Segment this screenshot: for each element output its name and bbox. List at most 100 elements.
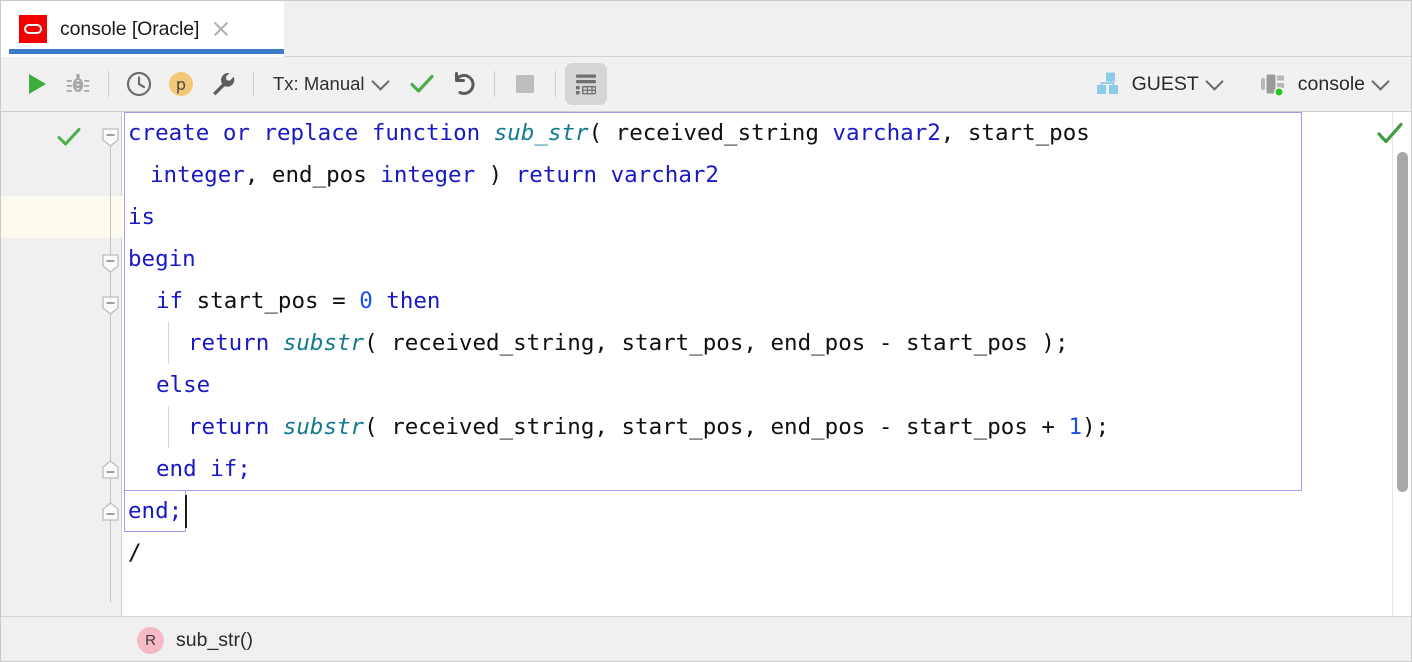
play-triangle-icon — [23, 71, 49, 97]
schema-nodes-icon — [1095, 71, 1121, 97]
history-button[interactable] — [118, 63, 160, 105]
toolbar-right-group: GUEST console — [1089, 70, 1412, 98]
code-token-keyword: if — [156, 288, 197, 314]
code-token-type: integer — [150, 162, 245, 188]
connection-icon — [1259, 70, 1287, 98]
code-token-plain: , end_pos — [245, 162, 380, 188]
stop-button[interactable] — [504, 63, 546, 105]
execute-button[interactable] — [15, 63, 57, 105]
current-line-highlight-gutter — [1, 196, 122, 238]
code-token-function: substr — [283, 330, 364, 356]
code-token-function: substr — [283, 414, 364, 440]
code-line-7: return substr( received_string, start_po… — [122, 406, 1109, 448]
code-token-keyword: end if; — [156, 456, 251, 482]
table-grid-icon — [571, 69, 601, 99]
schema-selector[interactable]: GUEST — [1089, 71, 1227, 97]
code-text-area[interactable]: create or replace function sub_str( rece… — [122, 112, 1412, 616]
collapse-minus-icon — [102, 254, 119, 273]
code-line-9: end; — [122, 490, 182, 532]
undo-arrow-icon — [450, 70, 478, 98]
inspection-status-icon[interactable] — [1377, 122, 1403, 151]
code-token-function: sub_str — [494, 120, 589, 146]
code-token-plain: / — [128, 540, 142, 566]
rollback-button[interactable] — [443, 63, 485, 105]
code-token-plain: ) — [475, 162, 516, 188]
code-line-1a: create or replace function sub_str( rece… — [122, 112, 1090, 154]
fold-marker-line-8[interactable] — [102, 460, 119, 477]
schema-label: GUEST — [1132, 73, 1199, 96]
wrench-icon — [210, 71, 237, 98]
tab-bar: console [Oracle] — [1, 1, 1412, 57]
code-token-keyword: create or replace function — [128, 120, 494, 146]
results-view-button[interactable] — [565, 63, 607, 105]
collapse-minus-icon — [102, 296, 119, 315]
green-checkmark-icon — [1377, 122, 1403, 146]
collapse-end-icon — [102, 460, 119, 479]
close-icon[interactable] — [211, 19, 231, 39]
tx-mode-label: Tx: Manual — [273, 73, 365, 95]
toolbar-separator — [494, 71, 495, 97]
fold-marker-line-9[interactable] — [102, 502, 119, 519]
code-token-keyword: end; — [128, 498, 182, 524]
code-token-keyword: then — [373, 288, 441, 314]
checkmark-icon — [408, 70, 436, 98]
chevron-down-icon — [1205, 72, 1223, 90]
code-token-plain: , start_pos — [941, 120, 1090, 146]
code-token-keyword: is — [128, 204, 155, 230]
chevron-down-icon — [371, 72, 389, 90]
code-line-10: / — [122, 532, 142, 574]
debug-button[interactable] — [57, 63, 99, 105]
code-token-plain: start_pos = — [197, 288, 360, 314]
code-editor[interactable]: 1 2 3 4 5 6 7 8 9 10 — [1, 112, 1412, 616]
code-token-keyword: begin — [128, 246, 196, 272]
code-token-plain: ( received_string, start_pos, end_pos - … — [364, 414, 1068, 440]
code-token-number: 0 — [359, 288, 373, 314]
collapse-minus-icon — [102, 128, 119, 147]
svg-text:p: p — [176, 75, 186, 94]
status-bar: R sub_str() — [1, 616, 1412, 662]
settings-button[interactable] — [202, 63, 244, 105]
code-token-number: 1 — [1069, 414, 1083, 440]
parameters-button[interactable]: p — [160, 63, 202, 105]
toolbar-separator — [108, 71, 109, 97]
code-line-1b: integer, end_pos integer ) return varcha… — [122, 154, 719, 196]
code-token-plain: ); — [1082, 414, 1109, 440]
code-token-plain: ( received_string — [589, 120, 833, 146]
fold-region-line — [110, 134, 111, 602]
toolbar-separator — [555, 71, 556, 97]
fold-marker-line-1[interactable] — [102, 128, 119, 145]
oracle-logo-icon — [19, 15, 47, 43]
code-token-keyword: return — [188, 330, 283, 356]
chevron-down-icon — [1371, 72, 1389, 90]
collapse-end-icon — [102, 502, 119, 521]
tx-mode-selector[interactable]: Tx: Manual — [267, 73, 393, 95]
code-line-3: begin — [122, 238, 196, 280]
session-selector[interactable]: console — [1253, 70, 1393, 98]
code-line-6: else — [122, 364, 210, 406]
code-token-keyword: return varchar2 — [516, 162, 719, 188]
scrollbar-thumb[interactable] — [1397, 152, 1408, 492]
clock-icon — [125, 70, 153, 98]
console-toolbar: p Tx: Manual — [1, 57, 1412, 112]
green-checkmark-icon — [57, 126, 81, 148]
tab-active-indicator — [9, 49, 284, 54]
commit-button[interactable] — [401, 63, 443, 105]
stop-square-icon — [514, 73, 536, 95]
code-line-5: return substr( received_string, start_po… — [122, 322, 1069, 364]
fold-marker-line-4[interactable] — [102, 296, 119, 313]
code-line-4: if start_pos = 0 then — [122, 280, 440, 322]
toolbar-left-group: p Tx: Manual — [1, 63, 607, 105]
statement-ok-icon — [57, 116, 83, 158]
p-circle-icon: p — [167, 70, 195, 98]
editor-scrollbar[interactable] — [1392, 112, 1412, 616]
code-line-8: end if; — [122, 448, 251, 490]
session-label: console — [1298, 73, 1365, 96]
fold-marker-line-3[interactable] — [102, 254, 119, 271]
code-token-plain: ( received_string, start_pos, end_pos - … — [364, 330, 1068, 356]
routine-badge: R — [137, 627, 164, 654]
code-line-2: is — [122, 196, 155, 238]
text-caret — [185, 495, 187, 528]
code-token-keyword: else — [156, 372, 210, 398]
code-token-type: integer — [380, 162, 475, 188]
tab-title: console [Oracle] — [60, 18, 199, 41]
